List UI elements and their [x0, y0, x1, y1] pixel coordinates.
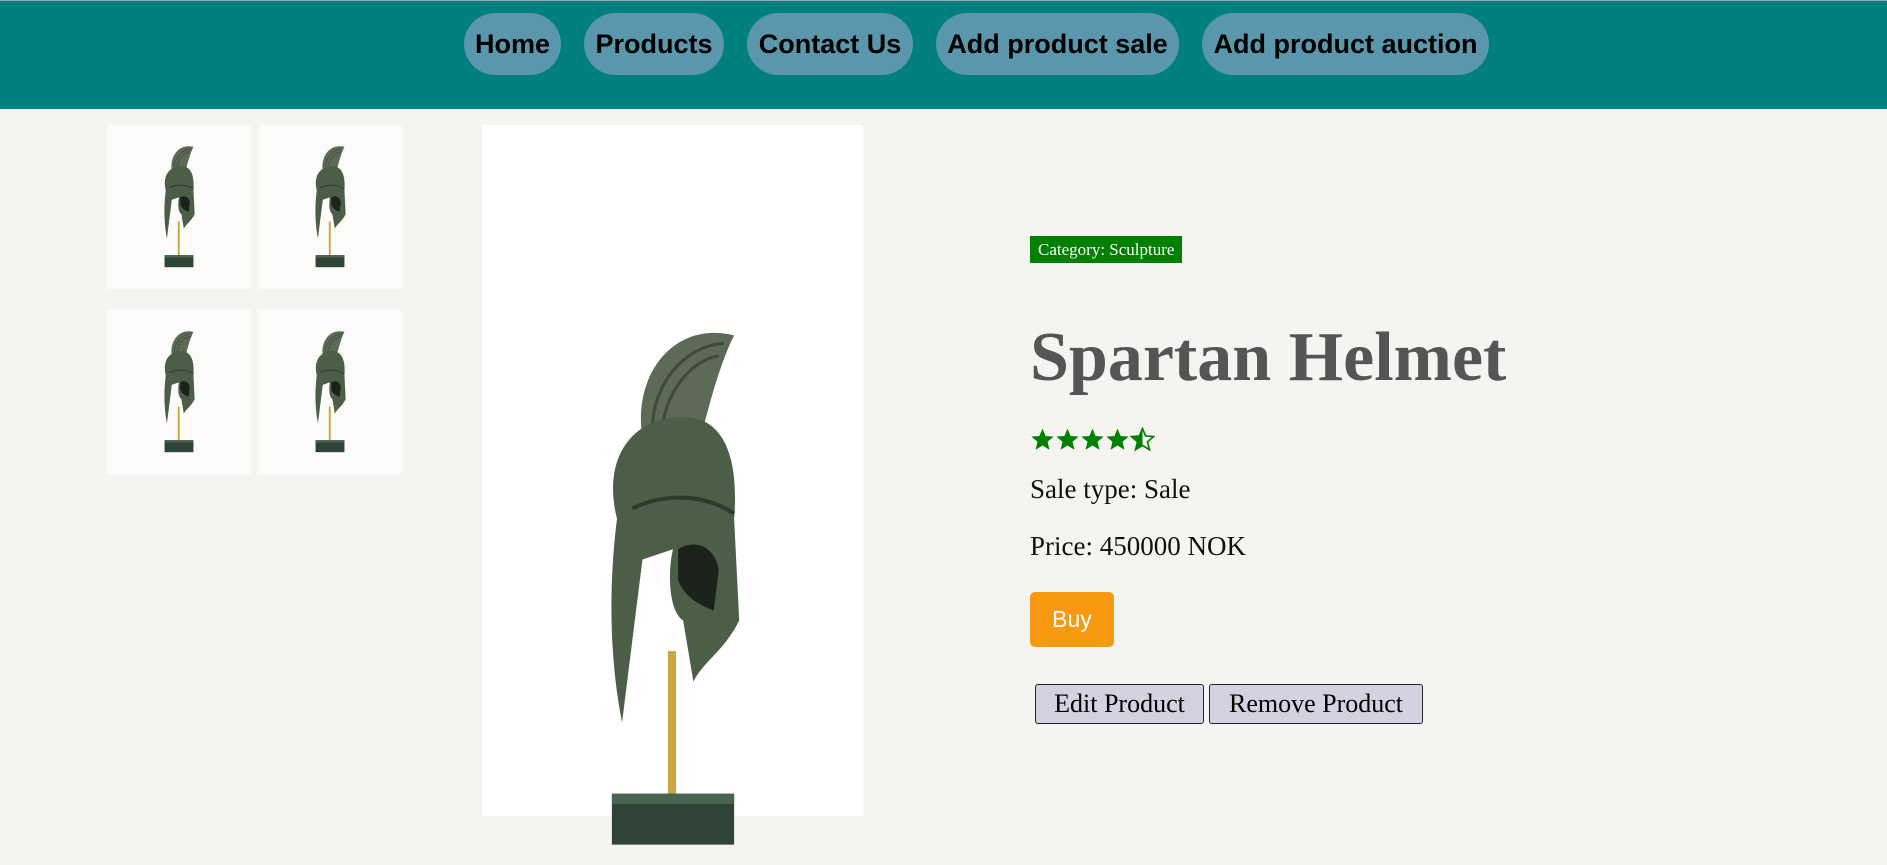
edit-product-button[interactable]: Edit Product: [1035, 684, 1204, 724]
helmet-thumbnail-image: [294, 327, 366, 457]
nav-add-auction-button[interactable]: Add product auction: [1202, 13, 1489, 75]
buy-button[interactable]: Buy: [1030, 592, 1114, 647]
sale-type-text: Sale type: Sale: [1030, 474, 1191, 504]
nav-contact-button[interactable]: Contact Us: [747, 13, 913, 75]
thumbnail-image-4[interactable]: [258, 310, 402, 474]
main-product-image: [482, 125, 863, 816]
remove-product-button[interactable]: Remove Product: [1209, 684, 1423, 724]
nav-products-button[interactable]: Products: [584, 13, 724, 75]
thumbnail-image-1[interactable]: [107, 125, 251, 289]
nav-add-sale-button[interactable]: Add product sale: [936, 13, 1179, 75]
star-full-icon: [1080, 427, 1105, 452]
thumbnail-image-2[interactable]: [258, 125, 402, 289]
thumbnail-image-3[interactable]: [107, 310, 251, 474]
category-badge: Category: Sculpture: [1030, 236, 1183, 263]
star-full-icon: [1055, 427, 1080, 452]
rating-stars: [1030, 427, 1155, 453]
helmet-thumbnail-image: [143, 327, 215, 457]
product-title: Spartan Helmet: [1030, 319, 1507, 396]
price-text: Price: 450000 NOK: [1030, 531, 1246, 561]
top-navbar: Home Products Contact Us Add product sal…: [0, 0, 1887, 109]
star-full-icon: [1105, 427, 1130, 452]
nav-menu: Home Products Contact Us Add product sal…: [0, 13, 1887, 75]
helmet-main-image: [568, 315, 778, 865]
helmet-thumbnail-image: [294, 142, 366, 272]
star-half-icon: [1130, 427, 1155, 452]
nav-home-button[interactable]: Home: [464, 13, 561, 75]
helmet-thumbnail-image: [143, 142, 215, 272]
star-full-icon: [1030, 427, 1055, 452]
